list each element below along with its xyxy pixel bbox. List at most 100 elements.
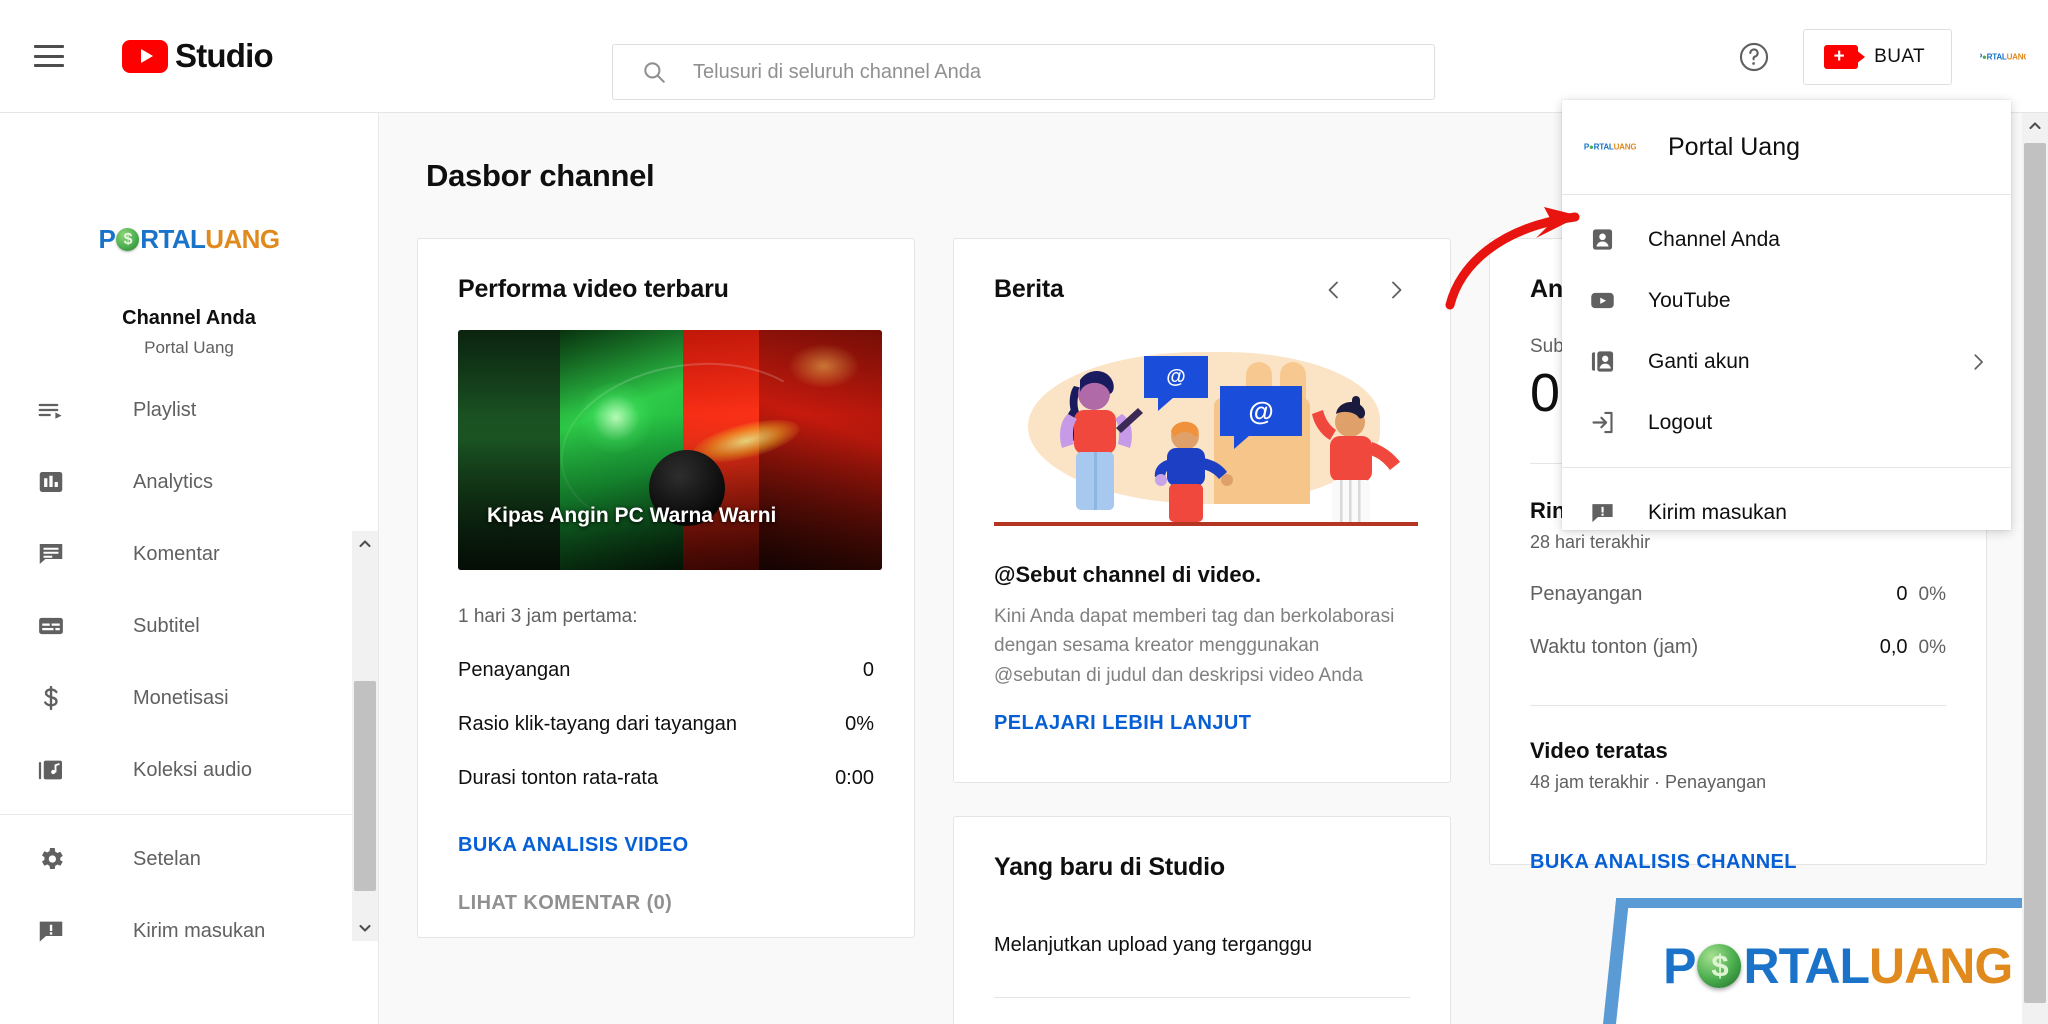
sidebar-item-kirim-masukan[interactable]: Kirim masukan: [0, 895, 378, 967]
feedback-icon: [1584, 499, 1620, 526]
stat-key: Rasio klik-tayang dari tayangan: [458, 713, 738, 735]
sidebar-scrollbar[interactable]: [352, 531, 378, 941]
mention-bubble-small: @: [1144, 356, 1208, 411]
audio-library-icon: [30, 755, 72, 785]
dropdown-item-channel-anda[interactable]: Channel Anda: [1562, 209, 2011, 270]
chevron-left-icon[interactable]: [1320, 276, 1348, 304]
stat-row: Penayangan 0: [458, 659, 874, 682]
chevron-right-icon: [1967, 351, 1989, 373]
sidebar-item-subtitel[interactable]: Subtitel: [0, 590, 378, 662]
stat-key: Penayangan: [458, 659, 571, 681]
sidebar-item-playlist[interactable]: Playlist: [0, 374, 378, 446]
stat-value: 0:00: [835, 767, 874, 789]
bar-chart-icon: [30, 467, 72, 497]
create-button-label: BUAT: [1874, 45, 1925, 67]
analytics-row: Penayangan 0 0%: [1530, 583, 1946, 606]
sidebar: P RTAL UANG Channel Anda Portal Uang Pla…: [0, 113, 379, 1024]
card-title: Berita: [994, 275, 1064, 303]
sidebar-item-koleksi-audio[interactable]: Koleksi audio: [0, 734, 378, 806]
dropdown-account-header: P●RTALUANG Portal Uang: [1562, 100, 2011, 194]
help-circle-icon[interactable]: [1731, 34, 1777, 80]
whats-new-card: Yang baru di Studio Melanjutkan upload y…: [953, 816, 1451, 1024]
sidebar-item-label: Subtitel: [133, 614, 200, 637]
analytics-row: Waktu tonton (jam) 0,0 0%: [1530, 636, 1946, 659]
search-bar[interactable]: [612, 44, 1435, 100]
news-card-header: Berita: [994, 275, 1410, 304]
learn-more-link[interactable]: PELAJARI LEBIH LANJUT: [994, 712, 1251, 735]
video-camera-plus-icon: +: [1824, 44, 1866, 69]
studio-logo[interactable]: Studio: [122, 37, 274, 75]
sidebar-item-komentar[interactable]: Komentar: [0, 518, 378, 590]
feedback-icon: [30, 916, 72, 946]
dropdown-item-label: Ganti akun: [1648, 349, 1750, 373]
subtitles-icon: [30, 611, 72, 641]
divider: [994, 997, 1410, 998]
dropdown-item-label: Logout: [1648, 410, 1713, 434]
sidebar-nav: Playlist Analytics Komentar Subtitel Mon…: [0, 374, 378, 967]
youtube-play-icon: [122, 39, 168, 73]
dropdown-item-youtube[interactable]: YouTube: [1562, 270, 2011, 331]
dropdown-item-kirim-masukan[interactable]: Kirim masukan: [1562, 482, 2011, 543]
dropdown-item-label: Kirim masukan: [1648, 500, 1787, 524]
sidebar-scroll-thumb[interactable]: [354, 681, 376, 891]
logout-icon: [1584, 409, 1620, 436]
news-card: Berita @ @ @Sebut channel di video. Kini…: [953, 238, 1451, 783]
page-scrollbar[interactable]: [2022, 113, 2048, 1024]
divider: [1530, 705, 1946, 707]
search-input[interactable]: [693, 60, 1293, 84]
switch-account-icon: [1584, 348, 1620, 375]
sidebar-divider: [0, 814, 378, 815]
stat-value: 0: [862, 659, 874, 681]
sidebar-item-label: Analytics: [133, 470, 214, 493]
open-video-analytics-link[interactable]: BUKA ANALISIS VIDEO: [458, 834, 689, 857]
gear-icon: [30, 844, 72, 874]
video-thumbnail[interactable]: Kipas Angin PC Warna Warni: [458, 330, 882, 570]
page-scroll-thumb[interactable]: [2024, 143, 2046, 1003]
stat-row: Rasio klik-tayang dari tayangan 0%: [458, 713, 874, 736]
dropdown-item-ganti-akun[interactable]: Ganti akun: [1562, 331, 2011, 392]
view-comments-link[interactable]: LIHAT KOMENTAR (0): [458, 892, 672, 915]
open-channel-analytics-link[interactable]: BUKA ANALISIS CHANNEL: [1530, 851, 1797, 874]
middle-column: Berita @ @ @Sebut channel di video. Kini…: [953, 238, 1451, 1024]
person-badge-icon: [1584, 226, 1620, 253]
sidebar-channel-subtitle: Portal Uang: [144, 338, 234, 357]
sidebar-item-label: Playlist: [133, 398, 197, 421]
sidebar-item-label: Setelan: [133, 847, 201, 870]
sidebar-channel-block[interactable]: Channel Anda Portal Uang: [0, 307, 378, 358]
stat-value: 0%: [845, 713, 874, 735]
dollar-coin-icon: [1697, 944, 1742, 988]
dropdown-item-logout[interactable]: Logout: [1562, 392, 2011, 453]
top-bar: Studio + BUAT P●RTALUANG: [0, 0, 2048, 113]
comment-icon: [30, 539, 72, 569]
sidebar-item-setelan[interactable]: Setelan: [0, 823, 378, 895]
portaluang-watermark: P RTAL UANG: [1603, 898, 2048, 1024]
sidebar-item-label: Kirim masukan: [133, 919, 266, 942]
chevron-up-icon[interactable]: [2022, 113, 2048, 139]
chevron-right-icon[interactable]: [1382, 276, 1410, 304]
illustration-person-2: [1154, 421, 1233, 522]
chevron-down-icon[interactable]: [352, 915, 378, 941]
watermark-part-2: RTAL: [1743, 938, 1870, 994]
dollar-sign-icon: [30, 683, 72, 713]
logo-part-3: UANG: [205, 224, 280, 254]
dropdown-item-label: Channel Anda: [1648, 227, 1780, 251]
illustration-person-3: [1312, 396, 1400, 524]
top-video-title: Video teratas: [1530, 738, 1668, 764]
sidebar-item-monetisasi[interactable]: Monetisasi: [0, 662, 378, 734]
top-bar-actions: + BUAT P●RTALUANG: [1731, 0, 2026, 113]
analytics-value: 0: [1896, 583, 1908, 606]
sidebar-channel-logo: P RTAL UANG: [0, 113, 378, 255]
chevron-up-icon[interactable]: [352, 531, 378, 557]
search-icon: [641, 59, 667, 85]
sidebar-item-analytics[interactable]: Analytics: [0, 446, 378, 518]
dropdown-account-name: Portal Uang: [1668, 132, 1801, 161]
hamburger-menu-icon[interactable]: [34, 45, 64, 67]
whats-new-item: Melanjutkan upload yang terganggu: [994, 934, 1313, 956]
sidebar-divider-vertical: [378, 113, 379, 1024]
analytics-percent: 0%: [1918, 637, 1946, 659]
create-button[interactable]: + BUAT: [1803, 28, 1952, 85]
avatar[interactable]: P●RTALUANG: [1980, 33, 2026, 80]
at-symbol: @: [1166, 365, 1186, 388]
card-title: Performa video terbaru: [458, 275, 729, 303]
latest-video-performance-card: Performa video terbaru Kipas Angin PC Wa…: [417, 238, 915, 938]
